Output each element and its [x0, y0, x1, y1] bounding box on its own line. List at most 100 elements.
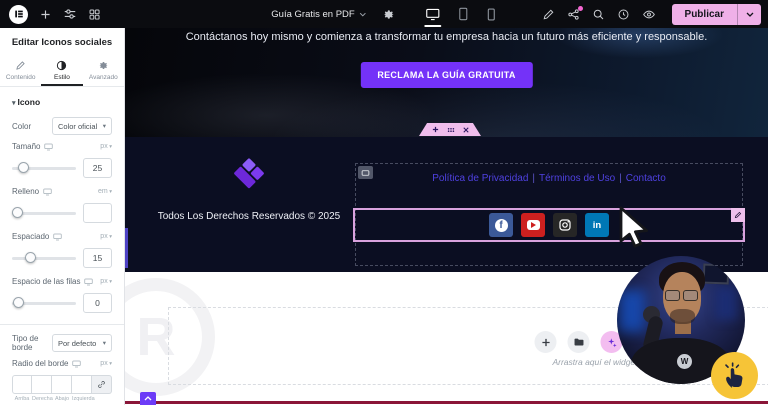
add-section-icon[interactable] — [432, 126, 439, 133]
mobile-icon — [488, 8, 496, 20]
publish-options-button[interactable] — [737, 3, 761, 25]
footer-right-column[interactable]: Política de Privacidad | Términos de Uso | C… — [353, 163, 745, 266]
preview-footer-section[interactable]: Todos Los Derechos Reservados © 2025 Pol… — [125, 137, 768, 272]
site-settings-button[interactable] — [63, 7, 77, 21]
border-type-select[interactable]: Por defecto — [52, 334, 112, 352]
tab-contenido[interactable]: Contenido — [0, 56, 41, 86]
edit-widget-button[interactable] — [731, 208, 745, 222]
structure-button[interactable] — [88, 8, 101, 21]
person-glasses — [665, 290, 698, 301]
spacing-label: Espaciado — [12, 232, 50, 241]
social-icon-youtube[interactable] — [521, 213, 545, 237]
panel-title: Editar Iconos sociales — [11, 37, 113, 48]
radius-top-input[interactable] — [12, 375, 32, 394]
padding-unit-select[interactable]: em — [98, 188, 112, 195]
plus-icon — [41, 9, 50, 19]
device-desktop-button[interactable] — [424, 0, 442, 28]
slider-thumb[interactable] — [24, 252, 36, 263]
checklist-button[interactable] — [542, 8, 555, 21]
elementor-logo-icon — [14, 10, 23, 18]
spacing-unit-select[interactable]: px — [100, 233, 112, 240]
link-values-button[interactable] — [92, 375, 112, 394]
section-edit-handle[interactable] — [419, 123, 481, 136]
topbar-right-group: Publicar — [542, 3, 768, 25]
device-mobile-button[interactable] — [487, 0, 497, 28]
spacing-input[interactable] — [83, 248, 112, 268]
preview-button[interactable] — [642, 8, 656, 21]
mouse-cursor — [619, 206, 653, 255]
padding-input[interactable] — [83, 203, 112, 223]
border-radius-field-labels: Arriba Derecha Abajo Izquierda — [14, 396, 95, 402]
border-radius-control-header: Radio del borde px — [12, 359, 112, 368]
publish-button[interactable]: Publicar — [672, 4, 737, 25]
whats-new-button[interactable] — [567, 5, 583, 21]
copyright-text[interactable]: Todos Los Derechos Reservados © 2025 — [149, 211, 349, 222]
tablet-icon — [459, 7, 468, 21]
rows-gap-input[interactable] — [83, 293, 112, 313]
hero-text[interactable]: Contáctanos hoy mismo y comienza a trans… — [125, 30, 768, 45]
add-template-button[interactable] — [567, 331, 590, 353]
slider-thumb[interactable] — [17, 162, 29, 173]
instagram-camera-icon — [559, 219, 571, 231]
border-radius-unit-select[interactable]: px — [100, 360, 112, 367]
eye-icon — [642, 10, 655, 18]
wall-frame — [702, 263, 730, 285]
scrollbar-thumb[interactable] — [125, 228, 128, 268]
rows-gap-unit-select[interactable]: px — [100, 278, 112, 285]
delete-section-icon[interactable] — [462, 126, 469, 133]
widgets-grid-icon — [89, 9, 100, 20]
panel-body: Icono Color Color oficial Tamaño px Rell… — [0, 87, 124, 405]
drag-section-icon[interactable] — [447, 127, 455, 133]
rows-gap-slider[interactable] — [12, 297, 76, 308]
chevron-up-icon — [144, 396, 152, 401]
widget-settings-panel: Editar Iconos sociales Contenido Estilo … — [0, 28, 125, 405]
hero-cta-button[interactable]: RECLAMA LA GUÍA GRATUITA — [360, 62, 533, 88]
collapse-panel-button[interactable] — [140, 392, 156, 405]
spacing-slider[interactable] — [12, 252, 76, 263]
preview-hero-section[interactable]: Contáctanos hoy mismo y comienza a trans… — [125, 28, 768, 137]
color-select[interactable]: Color oficial — [52, 117, 112, 135]
link-politica-de-privacidad[interactable]: Política de Privacidad — [432, 173, 528, 184]
size-slider[interactable] — [12, 162, 76, 173]
topbar-left-group — [0, 4, 101, 24]
link-terminos-de-uso[interactable]: Términos de Uso — [539, 173, 615, 184]
device-tablet-button[interactable] — [458, 0, 470, 28]
ai-sparkle-icon — [607, 337, 617, 347]
radius-bottom-input[interactable] — [52, 375, 72, 394]
topbar-center-group: Guía Gratis en PDF — [271, 0, 496, 28]
finder-search-button[interactable] — [592, 8, 605, 21]
document-switcher[interactable]: Guía Gratis en PDF — [271, 9, 367, 20]
desktop-icon — [426, 8, 440, 20]
responsive-device-switcher — [424, 0, 497, 28]
padding-slider[interactable] — [12, 207, 76, 218]
panel-tabs: Contenido Estilo Avanzado — [0, 56, 124, 87]
page-settings-button[interactable] — [383, 8, 396, 21]
rows-gap-label: Espacio de las filas — [12, 277, 81, 286]
footer-brand-logo — [234, 158, 264, 189]
padding-slider-row — [12, 203, 112, 223]
radius-left-input[interactable] — [72, 375, 92, 394]
social-icon-instagram[interactable] — [553, 213, 577, 237]
link-contacto[interactable]: Contacto — [626, 173, 666, 184]
add-widget-button[interactable] — [534, 331, 557, 353]
color-label: Color — [12, 121, 32, 131]
social-icon-facebook[interactable]: f — [489, 213, 513, 237]
facebook-glyph: f — [494, 218, 508, 232]
tab-estilo[interactable]: Estilo — [41, 56, 82, 86]
history-button[interactable] — [617, 8, 630, 21]
history-clock-icon — [618, 9, 628, 19]
tab-avanzado[interactable]: Avanzado — [83, 56, 124, 86]
add-element-button[interactable] — [39, 8, 52, 21]
social-icons-widget-selected[interactable]: f in — [353, 208, 745, 242]
slider-thumb[interactable] — [12, 297, 24, 308]
size-unit-select[interactable]: px — [100, 143, 112, 150]
pointing-hand-icon — [724, 361, 742, 388]
radius-right-input[interactable] — [32, 375, 52, 394]
elementor-menu-button[interactable] — [9, 4, 28, 24]
slider-thumb[interactable] — [12, 207, 23, 218]
responsive-monitor-icon — [53, 233, 62, 240]
social-icon-linkedin[interactable]: in — [585, 213, 609, 237]
section-icon-title[interactable]: Icono — [12, 97, 112, 107]
size-input[interactable] — [83, 158, 112, 178]
rows-gap-control-header: Espacio de las filas px — [12, 277, 112, 286]
